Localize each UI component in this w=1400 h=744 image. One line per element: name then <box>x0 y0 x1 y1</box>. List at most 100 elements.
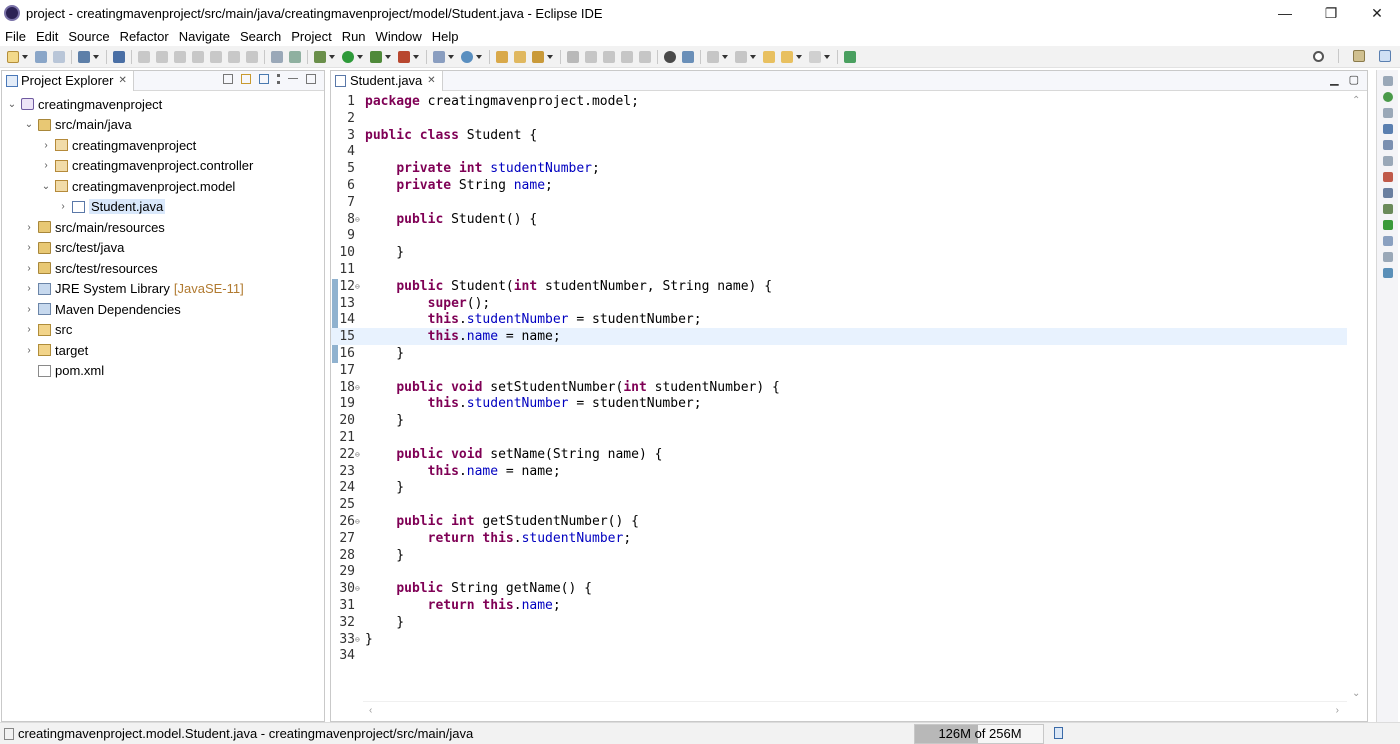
collapse-all-icon[interactable] <box>223 74 233 84</box>
fold-toggle-icon[interactable]: ⊖ <box>355 446 365 463</box>
java-perspective-icon[interactable] <box>1379 50 1391 62</box>
code-line[interactable]: 13 super(); <box>331 295 1347 312</box>
code-line[interactable]: 28 } <box>331 547 1347 564</box>
chevron-right-icon[interactable]: › <box>23 304 35 315</box>
save-icon[interactable] <box>35 50 47 63</box>
tree-item[interactable]: › creatingmavenproject <box>2 135 324 156</box>
tree-item[interactable]: › creatingmavenproject.controller <box>2 156 324 177</box>
forward-dropdown-icon[interactable] <box>824 54 830 59</box>
chevron-down-icon[interactable]: ⌄ <box>1352 688 1360 699</box>
chevron-right-icon[interactable]: › <box>23 242 35 253</box>
fold-toggle-icon[interactable]: ⊖ <box>355 211 365 228</box>
code-line[interactable]: 1 package creatingmavenproject.model; <box>331 93 1347 110</box>
menu-source[interactable]: Source <box>63 29 114 44</box>
tree-item[interactable]: › target <box>2 340 324 361</box>
tree-item[interactable]: ⌄ creatingmavenproject <box>2 94 324 115</box>
suspend-icon[interactable] <box>156 50 168 63</box>
code-line[interactable]: 25 <box>331 496 1347 513</box>
external-tools-dropdown-icon[interactable] <box>413 54 419 59</box>
tree-item[interactable]: › src/main/resources <box>2 217 324 238</box>
toggle-mark-occurrences-icon[interactable] <box>567 50 579 63</box>
outline-icon[interactable] <box>1382 124 1393 134</box>
new-class-dropdown-icon[interactable] <box>476 54 482 59</box>
last-edit-location-icon[interactable] <box>763 50 775 63</box>
code-line[interactable]: 17 <box>331 362 1347 379</box>
terminal-icon[interactable] <box>1382 268 1393 278</box>
code-line[interactable]: 14 this.studentNumber = studentNumber; <box>331 311 1347 328</box>
restore-button[interactable]: ❐ <box>1308 0 1354 26</box>
new-java-project-dropdown-icon[interactable] <box>448 54 454 59</box>
menu-window[interactable]: Window <box>371 29 427 44</box>
minimize-icon[interactable] <box>288 78 298 80</box>
search-icon[interactable] <box>1313 50 1324 62</box>
code-line[interactable]: 5 private int studentNumber; <box>331 160 1347 177</box>
new-java-project-icon[interactable] <box>433 50 445 63</box>
menu-help[interactable]: Help <box>427 29 464 44</box>
step-return-icon[interactable] <box>246 50 258 63</box>
new-dropdown-icon[interactable] <box>22 54 28 59</box>
chevron-up-icon[interactable]: ⌃ <box>1352 95 1360 106</box>
disconnect-icon[interactable] <box>192 50 204 63</box>
minimize-button[interactable]: — <box>1262 0 1308 26</box>
code-line[interactable]: 6 private String name; <box>331 177 1347 194</box>
garbage-collect-icon[interactable] <box>1054 727 1063 739</box>
fold-toggle-icon[interactable]: ⊖ <box>355 631 365 648</box>
menu-run[interactable]: Run <box>337 29 371 44</box>
close-button[interactable]: ✕ <box>1354 0 1400 26</box>
fold-toggle-icon[interactable]: ⊖ <box>355 379 365 396</box>
fold-toggle-icon[interactable]: ⊖ <box>355 580 365 597</box>
web-browser-icon[interactable] <box>1382 92 1393 102</box>
code-line[interactable]: 21 <box>331 429 1347 446</box>
restore-view-icon[interactable] <box>1382 156 1393 166</box>
run-dropdown-icon[interactable] <box>357 54 363 59</box>
chevron-right-icon[interactable]: › <box>23 345 35 356</box>
toggle-block-icon[interactable] <box>271 50 283 63</box>
maximize-icon[interactable] <box>306 74 316 84</box>
chevron-right-icon[interactable]: › <box>40 140 52 151</box>
pin-editor-icon[interactable] <box>844 50 856 63</box>
code-line[interactable]: 18 ⊖ public void setStudentNumber(int stu… <box>331 379 1347 396</box>
code-line[interactable]: 2 <box>331 110 1347 127</box>
debug-icon[interactable] <box>314 50 326 63</box>
tree-item[interactable]: › src/test/resources <box>2 258 324 279</box>
code-line[interactable]: 19 this.studentNumber = studentNumber; <box>331 395 1347 412</box>
code-line[interactable]: 15 this.name = name; <box>331 328 1347 346</box>
code-line[interactable]: 20 } <box>331 412 1347 429</box>
maximize-icon[interactable]: ▢ <box>1349 73 1359 86</box>
debug-dropdown-icon[interactable] <box>329 54 335 59</box>
code-line[interactable]: 32 } <box>331 614 1347 631</box>
heap-status[interactable]: 126M of 256M <box>914 724 1044 744</box>
next-annotation-dropdown-icon[interactable] <box>722 54 728 59</box>
tree-item[interactable]: › src/test/java <box>2 238 324 259</box>
new-icon[interactable] <box>7 50 19 63</box>
chevron-down-icon[interactable]: ⌄ <box>40 181 52 192</box>
save-all-icon[interactable] <box>53 50 65 63</box>
terminate-icon[interactable] <box>174 50 186 63</box>
coverage-icon[interactable] <box>370 50 382 63</box>
menu-project[interactable]: Project <box>286 29 336 44</box>
javadoc-icon[interactable] <box>1382 188 1393 198</box>
code-line[interactable]: 8 ⊖ public Student() { <box>331 211 1347 228</box>
fold-toggle-icon[interactable]: ⊖ <box>355 278 365 295</box>
coverage-dropdown-icon[interactable] <box>385 54 391 59</box>
toggle-word-wrap-icon[interactable] <box>603 50 615 63</box>
terminal-dropdown-icon[interactable] <box>93 54 99 59</box>
horizontal-scrollbar[interactable]: ‹ › <box>363 701 1347 721</box>
code-line[interactable]: 34 <box>331 647 1347 664</box>
restore-view-icon[interactable] <box>1382 76 1393 86</box>
filter-icon[interactable] <box>259 74 269 84</box>
menu-refactor[interactable]: Refactor <box>115 29 174 44</box>
step-over-icon[interactable] <box>228 50 240 63</box>
tab-project-explorer[interactable]: Project Explorer ✕ <box>2 70 134 91</box>
show-whitespace-icon[interactable] <box>639 50 651 63</box>
open-type-icon[interactable] <box>496 50 508 63</box>
code-line[interactable]: 10 } <box>331 244 1347 261</box>
search-tool-icon[interactable] <box>532 50 544 63</box>
code-line[interactable]: 23 this.name = name; <box>331 463 1347 480</box>
link-with-editor-icon[interactable] <box>241 74 251 84</box>
console-icon[interactable] <box>1382 220 1393 230</box>
chevron-right-icon[interactable]: › <box>1336 705 1339 716</box>
tree-item[interactable]: ⌄ src/main/java <box>2 115 324 136</box>
tree-item[interactable]: › src <box>2 320 324 341</box>
code-line[interactable]: 27 return this.studentNumber; <box>331 530 1347 547</box>
